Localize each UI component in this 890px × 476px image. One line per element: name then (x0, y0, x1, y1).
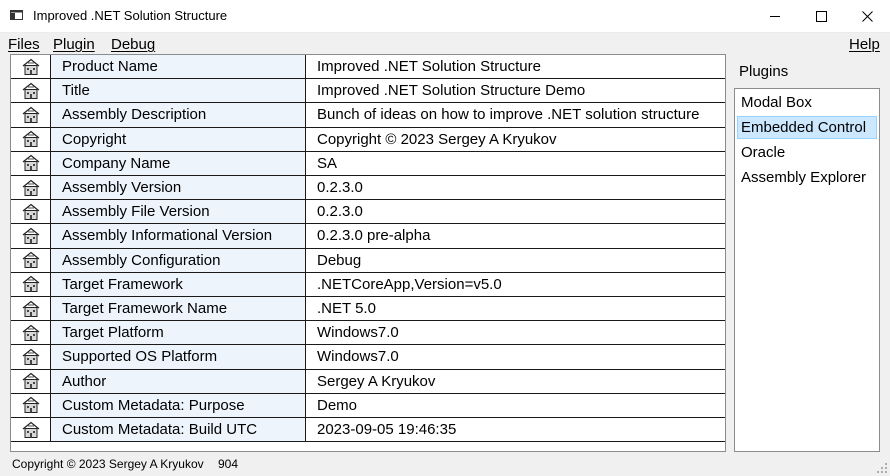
window-icon (10, 10, 23, 20)
minimize-button[interactable] (752, 0, 798, 32)
property-value: SA (317, 154, 338, 172)
property-name: Assembly Informational Version (51, 224, 306, 248)
property-name: Supported OS Platform (51, 345, 306, 369)
close-button[interactable] (844, 0, 890, 32)
property-name: Target Framework Name (51, 297, 306, 321)
table-row[interactable]: Title Improved .NET Solution Structure De… (11, 79, 725, 104)
property-value: Bunch of ideas on how to improve .NET so… (317, 106, 700, 124)
table-row[interactable]: Assembly Configuration Debug (11, 248, 725, 273)
table-row[interactable]: Supported OS Platform Windows7.0 (11, 345, 725, 370)
table-row[interactable]: Product Name Improved .NET Solution Struc… (11, 55, 725, 80)
table-row[interactable]: Target Framework .NETCoreApp,Version=v5.0 (11, 272, 725, 297)
table-row[interactable]: Assembly Description Bunch of ideas on ho… (11, 103, 725, 128)
table-row[interactable]: Assembly Informational Version 0.2.3.0 pr… (11, 224, 725, 249)
building-icon (11, 321, 51, 345)
status-count: 904 (218, 457, 239, 471)
property-value: 0.2.3.0 (317, 179, 363, 196)
building-icon (11, 224, 51, 248)
property-name: Title (51, 79, 306, 103)
building-icon (11, 127, 51, 151)
property-value: .NETCoreApp,Version=v5.0 (317, 275, 502, 293)
building-icon (11, 393, 51, 417)
property-name: Assembly File Version (51, 200, 306, 224)
property-value: 0.2.3.0 (317, 203, 363, 221)
table-row[interactable]: Custom Metadata: Build UTC 2023-09-05 19:… (11, 418, 725, 443)
table-row[interactable]: Copyright Copyright © 2023 Sergey A Kryuk… (11, 127, 725, 152)
property-name: Company Name (51, 151, 306, 175)
property-value: 0.2.3.0 pre-alpha (317, 227, 431, 245)
property-value: Demo (317, 396, 358, 414)
building-icon (11, 79, 51, 103)
property-name: Target Framework (51, 272, 306, 296)
table-row[interactable]: Custom Metadata: Purpose Demo (11, 393, 725, 418)
menu-files[interactable]: Files (8, 36, 40, 53)
property-value: Debug (317, 251, 362, 269)
building-icon (11, 248, 51, 272)
building-icon (11, 151, 51, 175)
menu-debug[interactable]: Debug (111, 36, 155, 53)
building-icon (11, 369, 51, 393)
property-value: .NET 5.0 (317, 300, 376, 317)
property-value: Improved .NET Solution Structure Demo (317, 82, 586, 100)
property-value: Sergey A Kryukov (317, 372, 436, 390)
plugin-item[interactable]: Assembly Explorer (737, 166, 877, 189)
resize-grip-icon[interactable] (876, 462, 888, 474)
assembly-properties-grid[interactable]: Product Name Improved .NET Solution Struc… (10, 54, 726, 452)
building-icon (11, 297, 51, 321)
maximize-icon (815, 10, 827, 22)
minimize-icon (769, 15, 780, 17)
property-name: Assembly Version (51, 176, 306, 200)
building-icon (11, 55, 51, 79)
property-name: Product Name (51, 55, 306, 79)
building-icon (11, 272, 51, 296)
building-icon (11, 418, 51, 442)
property-name: Assembly Configuration (51, 248, 306, 272)
property-name: Copyright (51, 127, 306, 151)
plugin-item[interactable]: Modal Box (737, 91, 877, 114)
table-row[interactable]: Target Platform Windows7.0 (11, 321, 725, 346)
close-icon (861, 10, 873, 22)
building-icon (11, 176, 51, 200)
building-icon (11, 200, 51, 224)
status-bar: Copyright © 2023 Sergey A Kryukov 904 (0, 453, 890, 476)
property-value: Improved .NET Solution Structure (317, 58, 541, 75)
property-value: 2023-09-05 19:46:35 (317, 421, 457, 438)
plugins-list[interactable]: Modal Box Embedded Control Oracle Assembly … (734, 88, 880, 452)
property-value: Copyright © 2023 Sergey A Kryukov (317, 130, 557, 148)
property-value: Windows7.0 (317, 348, 399, 366)
menu-plugin[interactable]: Plugin (53, 36, 95, 53)
maximize-button[interactable] (798, 0, 844, 32)
status-copyright: Copyright © 2023 Sergey A Kryukov (12, 457, 204, 471)
title-bar[interactable]: Improved .NET Solution Structure (0, 0, 890, 33)
building-icon (11, 103, 51, 127)
plugin-item[interactable]: Oracle (737, 141, 877, 164)
property-name: Target Platform (51, 321, 306, 345)
table-row[interactable]: Company Name SA (11, 151, 725, 176)
menu-bar: Files Plugin Debug Help (0, 33, 890, 54)
building-icon (11, 345, 51, 369)
table-row[interactable]: Assembly File Version 0.2.3.0 (11, 200, 725, 225)
property-value: Windows7.0 (317, 324, 399, 342)
property-name: Assembly Description (51, 103, 306, 127)
plugin-item[interactable]: Embedded Control (737, 116, 877, 139)
property-name: Custom Metadata: Build UTC (51, 418, 306, 442)
table-row[interactable]: Target Framework Name .NET 5.0 (11, 297, 725, 322)
property-name: Author (51, 369, 306, 393)
plugins-label: Plugins (739, 63, 789, 80)
window-title: Improved .NET Solution Structure (33, 8, 228, 23)
menu-help[interactable]: Help (849, 36, 880, 53)
property-name: Custom Metadata: Purpose (51, 393, 306, 417)
table-row[interactable]: Author Sergey A Kryukov (11, 369, 725, 394)
table-row[interactable]: Assembly Version 0.2.3.0 (11, 176, 725, 201)
